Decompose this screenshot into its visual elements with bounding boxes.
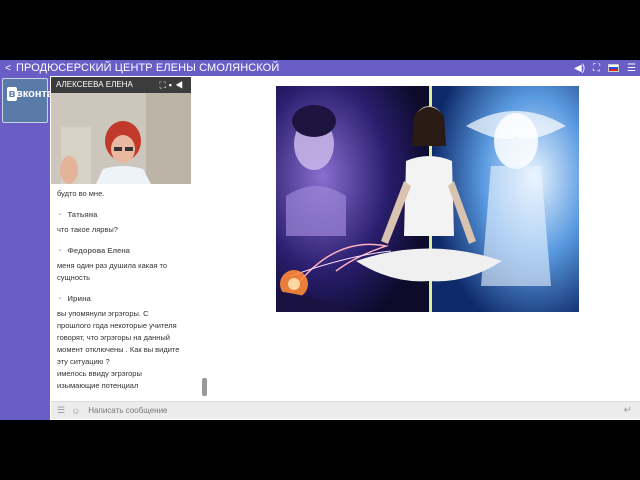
chat-message-text: изымающие потенциал: [57, 381, 139, 390]
video-header: АЛЕКСЕЕВА ЕЛЕНА ⛶▪◀: [51, 77, 191, 93]
chat-author: Татьяна: [57, 210, 199, 219]
chat-message-text: что такое лярвы?: [57, 225, 118, 234]
webinar-room: < ПРОДЮСЕРСКИЙ ЦЕНТР ЕЛЕНЫ СМОЛЯНСКОЙ ◀)…: [0, 60, 640, 420]
slide-image: [276, 86, 579, 312]
sidebar: [0, 76, 50, 420]
chat-messages: будто во мне. Татьяна что такое лярвы? Фед…: [57, 184, 199, 399]
chat-message-text: сущность: [57, 273, 91, 282]
message-input-bar[interactable]: ☰ ☺ Написать сообщение ↵: [51, 401, 640, 419]
chat-author: Федорова Елена: [57, 246, 199, 255]
chat-message: Ирина вы упомянули эгрэгоры. С прошлого го…: [57, 294, 199, 392]
speaker-video: [51, 93, 191, 184]
send-icon[interactable]: ↵: [624, 405, 632, 416]
chat-message: Федорова Елена меня один раз душила какая…: [57, 246, 199, 284]
share-icon[interactable]: <: [0, 63, 16, 74]
sound-icon[interactable]: ◀): [574, 63, 585, 74]
message-input[interactable]: Написать сообщение: [88, 406, 167, 415]
chat-scrollbar[interactable]: [202, 378, 207, 396]
list-icon[interactable]: ☰: [57, 405, 65, 416]
partial-message-line: будто во мне.: [57, 189, 105, 198]
vk-login-button[interactable]: в вконтакте: [2, 78, 70, 123]
presentation-slide: [276, 86, 579, 312]
header-tools: ◀) ⛶ ☰: [574, 60, 636, 76]
chat-message-text: меня один раз душила какая то: [57, 261, 168, 270]
chat-message: Татьяна что такое лярвы?: [57, 210, 199, 236]
chat-message-text: прошлого года некоторые учителя: [57, 321, 177, 330]
chat-panel: будто во мне. Татьяна что такое лярвы? Фед…: [51, 184, 207, 399]
speaker-name: АЛЕКСЕЕВА ЕЛЕНА: [56, 80, 133, 89]
chat-message-text: имелось ввиду эгрэгоры: [57, 369, 142, 378]
video-panel: АЛЕКСЕЕВА ЕЛЕНА ⛶▪◀: [51, 77, 191, 184]
fullscreen-icon[interactable]: ⛶: [593, 63, 600, 74]
emoji-icon[interactable]: ☺: [71, 406, 80, 416]
chat-message-text: эту ситуацию ?: [57, 357, 110, 366]
chat-message-text: момент отключены . Как вы видите: [57, 345, 180, 354]
page-title: ПРОДЮСЕРСКИЙ ЦЕНТР ЕЛЕНЫ СМОЛЯНСКОЙ: [16, 62, 280, 74]
menu-icon[interactable]: ☰: [627, 63, 636, 74]
video-controls[interactable]: ⛶▪◀: [159, 77, 186, 93]
chat-message-text: вы упомянули эгрэгоры. С: [57, 309, 149, 318]
chat-message-text: говорят, что эгрэгоры на данный: [57, 333, 171, 342]
language-flag-icon[interactable]: [608, 64, 620, 72]
header-bar: < ПРОДЮСЕРСКИЙ ЦЕНТР ЕЛЕНЫ СМОЛЯНСКОЙ ◀)…: [0, 60, 640, 76]
chat-author: Ирина: [57, 294, 199, 303]
